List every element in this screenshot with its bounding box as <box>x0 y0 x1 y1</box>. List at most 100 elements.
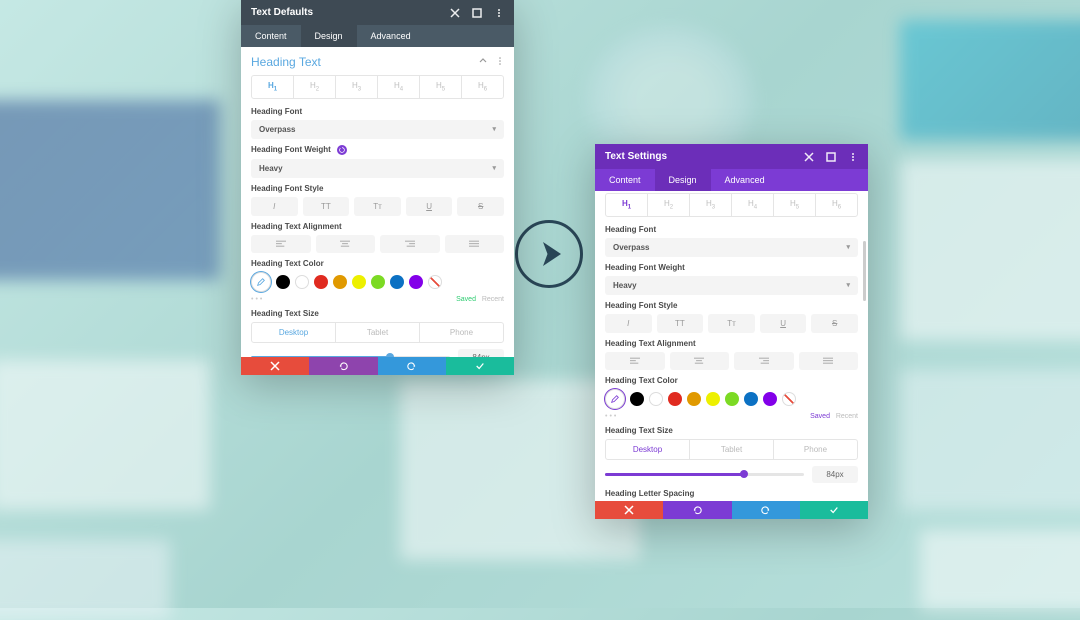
h3-tab[interactable]: H3 <box>690 194 732 216</box>
color-more-icon[interactable]: ••• <box>251 296 264 303</box>
italic-button[interactable]: I <box>605 314 652 333</box>
device-tablet[interactable]: Tablet <box>690 440 774 459</box>
color-swatch-transparent[interactable] <box>428 275 442 289</box>
recent-colors-tab[interactable]: Recent <box>482 296 504 303</box>
expand-icon[interactable] <box>472 8 482 18</box>
more-icon[interactable] <box>848 152 858 162</box>
section-more-icon[interactable] <box>496 56 504 68</box>
tab-content[interactable]: Content <box>595 169 655 191</box>
color-swatch-orange[interactable] <box>333 275 347 289</box>
align-left-button[interactable] <box>605 352 665 370</box>
uppercase-button[interactable]: TT <box>303 197 350 216</box>
color-swatch-purple[interactable] <box>763 392 777 406</box>
color-swatch-white[interactable] <box>649 392 663 406</box>
weight-select[interactable]: Heavy▾ <box>251 159 504 178</box>
font-select[interactable]: Overpass▾ <box>605 238 858 257</box>
panel-header[interactable]: Text Defaults <box>241 0 514 25</box>
color-swatch-white[interactable] <box>295 275 309 289</box>
h6-tab[interactable]: H6 <box>816 194 857 216</box>
color-more-icon[interactable]: ••• <box>605 413 618 420</box>
smallcaps-button[interactable]: Tᴛ <box>708 314 755 333</box>
color-swatch-black[interactable] <box>276 275 290 289</box>
underline-button[interactable]: U <box>406 197 453 216</box>
undo-button[interactable] <box>309 357 377 375</box>
redo-button[interactable] <box>732 501 800 519</box>
align-center-button[interactable] <box>316 235 376 253</box>
h1-tab[interactable]: H1 <box>252 76 294 98</box>
strikethrough-button[interactable]: S <box>457 197 504 216</box>
italic-button[interactable]: I <box>251 197 298 216</box>
align-justify-button[interactable] <box>445 235 505 253</box>
align-left-button[interactable] <box>251 235 311 253</box>
align-label: Heading Text Alignment <box>605 339 858 348</box>
color-swatch-orange[interactable] <box>687 392 701 406</box>
color-picker-button[interactable] <box>251 272 271 292</box>
recent-colors-tab[interactable]: Recent <box>836 413 858 420</box>
h4-tab[interactable]: H4 <box>732 194 774 216</box>
save-button[interactable] <box>446 357 514 375</box>
cancel-button[interactable] <box>595 501 663 519</box>
scrollbar[interactable] <box>863 241 866 301</box>
tab-content[interactable]: Content <box>241 25 301 47</box>
size-value[interactable]: 84px <box>812 466 858 483</box>
device-tablet[interactable]: Tablet <box>336 323 420 342</box>
close-icon[interactable] <box>450 8 460 18</box>
tab-advanced[interactable]: Advanced <box>711 169 779 191</box>
color-swatch-black[interactable] <box>630 392 644 406</box>
smallcaps-button[interactable]: Tᴛ <box>354 197 401 216</box>
saved-colors-tab[interactable]: Saved <box>810 413 830 420</box>
size-slider[interactable] <box>605 473 804 476</box>
color-swatch-green[interactable] <box>725 392 739 406</box>
redo-button[interactable] <box>378 357 446 375</box>
more-icon[interactable] <box>494 8 504 18</box>
h3-tab[interactable]: H3 <box>336 76 378 98</box>
h5-tab[interactable]: H5 <box>774 194 816 216</box>
color-swatch-blue[interactable] <box>744 392 758 406</box>
weight-select[interactable]: Heavy▾ <box>605 276 858 295</box>
tab-design[interactable]: Design <box>655 169 711 191</box>
h2-tab[interactable]: H2 <box>648 194 690 216</box>
style-label: Heading Font Style <box>605 301 858 310</box>
color-picker-button[interactable] <box>605 389 625 409</box>
h5-tab[interactable]: H5 <box>420 76 462 98</box>
align-right-button[interactable] <box>734 352 794 370</box>
close-icon[interactable] <box>804 152 814 162</box>
device-desktop[interactable]: Desktop <box>606 440 690 459</box>
color-swatch-yellow[interactable] <box>706 392 720 406</box>
panel-header[interactable]: Text Settings <box>595 144 868 169</box>
device-phone[interactable]: Phone <box>420 323 503 342</box>
color-swatch-red[interactable] <box>314 275 328 289</box>
h2-tab[interactable]: H2 <box>294 76 336 98</box>
cancel-button[interactable] <box>241 357 309 375</box>
size-slider[interactable] <box>251 356 450 357</box>
color-swatch-purple[interactable] <box>409 275 423 289</box>
device-phone[interactable]: Phone <box>774 440 857 459</box>
uppercase-button[interactable]: TT <box>657 314 704 333</box>
saved-colors-tab[interactable]: Saved <box>456 296 476 303</box>
tab-design[interactable]: Design <box>301 25 357 47</box>
device-desktop[interactable]: Desktop <box>252 323 336 342</box>
h6-tab[interactable]: H6 <box>462 76 503 98</box>
align-justify-button[interactable] <box>799 352 859 370</box>
strikethrough-button[interactable]: S <box>811 314 858 333</box>
color-swatch-blue[interactable] <box>390 275 404 289</box>
color-swatch-red[interactable] <box>668 392 682 406</box>
h1-tab[interactable]: H1 <box>606 194 648 216</box>
font-label: Heading Font <box>251 107 504 116</box>
tab-advanced[interactable]: Advanced <box>357 25 425 47</box>
reset-icon[interactable] <box>337 145 347 155</box>
underline-button[interactable]: U <box>760 314 807 333</box>
expand-icon[interactable] <box>826 152 836 162</box>
undo-button[interactable] <box>663 501 731 519</box>
align-center-button[interactable] <box>670 352 730 370</box>
h4-tab[interactable]: H4 <box>378 76 420 98</box>
font-select[interactable]: Overpass▾ <box>251 120 504 139</box>
size-value[interactable]: 84px <box>458 349 504 357</box>
color-swatch-yellow[interactable] <box>352 275 366 289</box>
section-heading-text[interactable]: Heading Text <box>251 55 321 69</box>
collapse-icon[interactable] <box>478 56 488 68</box>
color-swatch-green[interactable] <box>371 275 385 289</box>
align-right-button[interactable] <box>380 235 440 253</box>
save-button[interactable] <box>800 501 868 519</box>
color-swatch-transparent[interactable] <box>782 392 796 406</box>
